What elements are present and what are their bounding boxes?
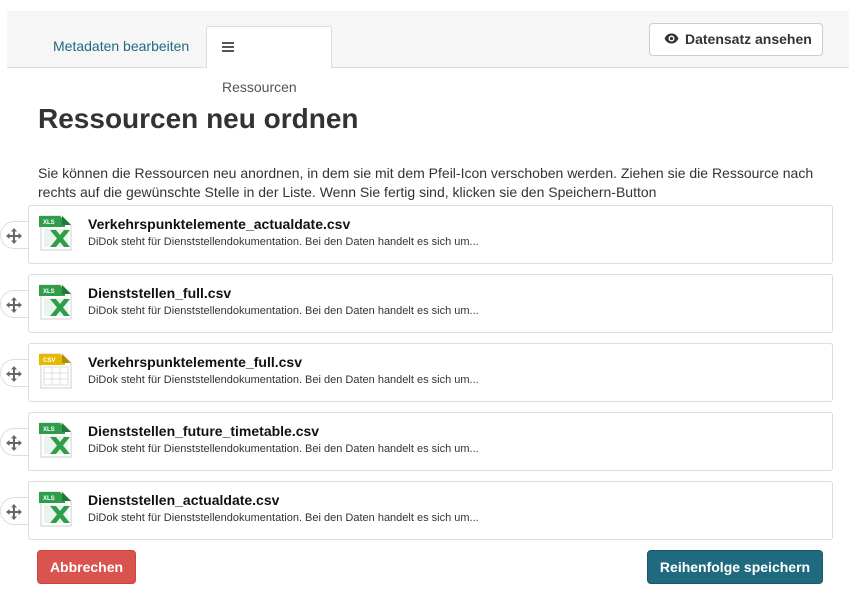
resource-name[interactable]: Dienststellen_full.csv (88, 285, 231, 301)
csv-file-icon: CSV (38, 353, 72, 389)
drag-handle[interactable] (0, 359, 28, 387)
move-arrows-icon (6, 297, 22, 313)
drag-handle[interactable] (0, 497, 28, 525)
move-arrows-icon (6, 228, 22, 244)
xls-file-icon: XLS (38, 215, 72, 251)
svg-text:XLS: XLS (43, 427, 55, 433)
resource-description: DiDok steht für Dienststellendokumentati… (88, 305, 479, 317)
svg-text:CSV: CSV (43, 358, 55, 364)
resource-item[interactable]: XLS Verkehrspunktelemente_actualdate.csv… (0, 205, 833, 264)
svg-text:XLS: XLS (43, 289, 55, 295)
resource-description: DiDok steht für Dienststellendokumentati… (88, 236, 479, 248)
save-order-button[interactable]: Reihenfolge speichern (647, 550, 823, 584)
resource-item[interactable]: XLS Dienststellen_actualdate.csv DiDok s… (0, 481, 833, 540)
move-arrows-icon (6, 366, 22, 382)
move-arrows-icon (6, 504, 22, 520)
view-dataset-button[interactable]: Datensatz ansehen (649, 23, 823, 56)
menu-icon (222, 40, 234, 54)
xls-file-icon: XLS (38, 422, 72, 458)
view-dataset-label: Datensatz ansehen (685, 31, 812, 47)
drag-handle[interactable] (0, 428, 28, 456)
tab-resources[interactable]: Ressourcen (206, 26, 332, 95)
xls-file-icon: XLS (38, 284, 72, 320)
cancel-button[interactable]: Abbrechen (37, 550, 136, 584)
drag-handle[interactable] (0, 290, 28, 318)
resource-description: DiDok steht für Dienststellendokumentati… (88, 443, 479, 455)
drag-handle[interactable] (0, 221, 28, 249)
tab-edit-metadata[interactable]: Metadaten bearbeiten (37, 26, 205, 69)
xls-file-icon: XLS (38, 491, 72, 527)
resource-description: DiDok steht für Dienststellendokumentati… (88, 512, 479, 524)
eye-icon (664, 33, 679, 44)
move-arrows-icon (6, 435, 22, 451)
resource-name[interactable]: Verkehrspunktelemente_actualdate.csv (88, 216, 350, 232)
resource-description: DiDok steht für Dienststellendokumentati… (88, 374, 479, 386)
page-title: Ressourcen neu ordnen (38, 103, 359, 134)
resource-name[interactable]: Dienststellen_future_timetable.csv (88, 423, 319, 439)
svg-text:XLS: XLS (43, 496, 55, 502)
tab-resources-label: Ressourcen (222, 79, 297, 95)
reorder-instructions: Sie können die Ressourcen neu anordnen, … (38, 165, 814, 200)
tab-edit-metadata-label: Metadaten bearbeiten (53, 38, 190, 54)
resource-item[interactable]: XLS Dienststellen_full.csv DiDok steht f… (0, 274, 833, 333)
resource-name[interactable]: Verkehrspunktelemente_full.csv (88, 354, 302, 370)
resource-item[interactable]: XLS Dienststellen_future_timetable.csv D… (0, 412, 833, 471)
edit-tab-bar: Metadaten bearbeiten Ressourcen Datensat… (7, 11, 849, 95)
resource-item[interactable]: CSV Verkehrspunktelemente_full.csv DiDok… (0, 343, 833, 402)
svg-text:XLS: XLS (43, 220, 55, 226)
resource-name[interactable]: Dienststellen_actualdate.csv (88, 492, 279, 508)
